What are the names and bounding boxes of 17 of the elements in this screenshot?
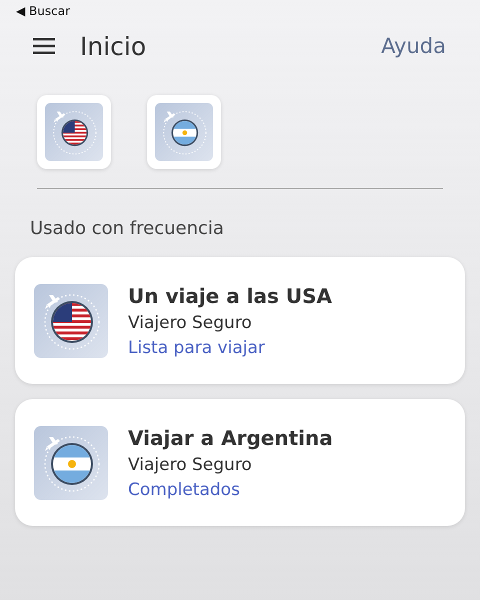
shortcut-button[interactable]: [147, 95, 221, 169]
trip-card[interactable]: Viajar a Argentina Viajero Seguro Completados: [15, 399, 465, 526]
trip-title: Viajar a Argentina: [128, 426, 333, 450]
section-heading: Usado con frecuencia: [29, 217, 225, 241]
flag-badge-icon: [34, 284, 108, 358]
page-title: Inicio: [80, 32, 146, 60]
menu-icon[interactable]: [33, 38, 55, 54]
trip-status: Completados: [128, 480, 241, 500]
trip-subtitle: Viajero Seguro: [128, 312, 253, 332]
help-link[interactable]: Ayuda: [381, 34, 446, 58]
trip-card[interactable]: Un viaje a las USA Viajero Seguro Lista para viajar: [15, 257, 465, 384]
flag-badge-icon: [34, 426, 108, 500]
trip-title: Un viaje a las USA: [128, 284, 332, 308]
back-link[interactable]: ◀ Buscar: [16, 5, 70, 18]
trip-status: Lista para viajar: [128, 338, 266, 358]
trip-subtitle: Viajero Seguro: [128, 454, 253, 474]
shortcut-button[interactable]: [37, 95, 111, 169]
